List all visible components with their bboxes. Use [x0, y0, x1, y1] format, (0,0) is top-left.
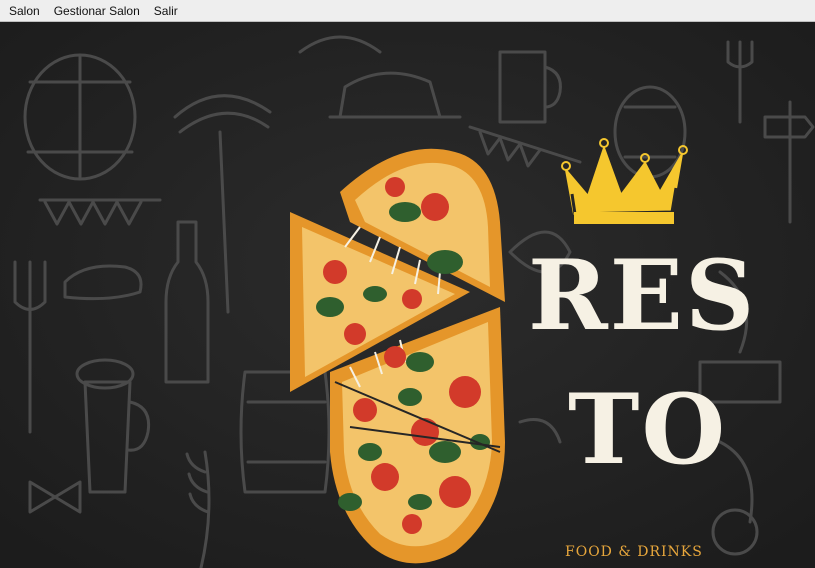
- menu-gestionar-salon[interactable]: Gestionar Salon: [48, 0, 146, 22]
- hero-background-image: RES TO FOOD & DRINKS: [0, 22, 815, 568]
- brand-tagline: FOOD & DRINKS: [565, 544, 703, 560]
- menu-salon[interactable]: Salon: [3, 0, 46, 22]
- menu-salir[interactable]: Salir: [148, 0, 184, 22]
- brand-title-line2: TO: [568, 373, 728, 486]
- brand-title-line1: RES: [528, 239, 757, 352]
- menu-bar: Salon Gestionar Salon Salir: [0, 0, 815, 22]
